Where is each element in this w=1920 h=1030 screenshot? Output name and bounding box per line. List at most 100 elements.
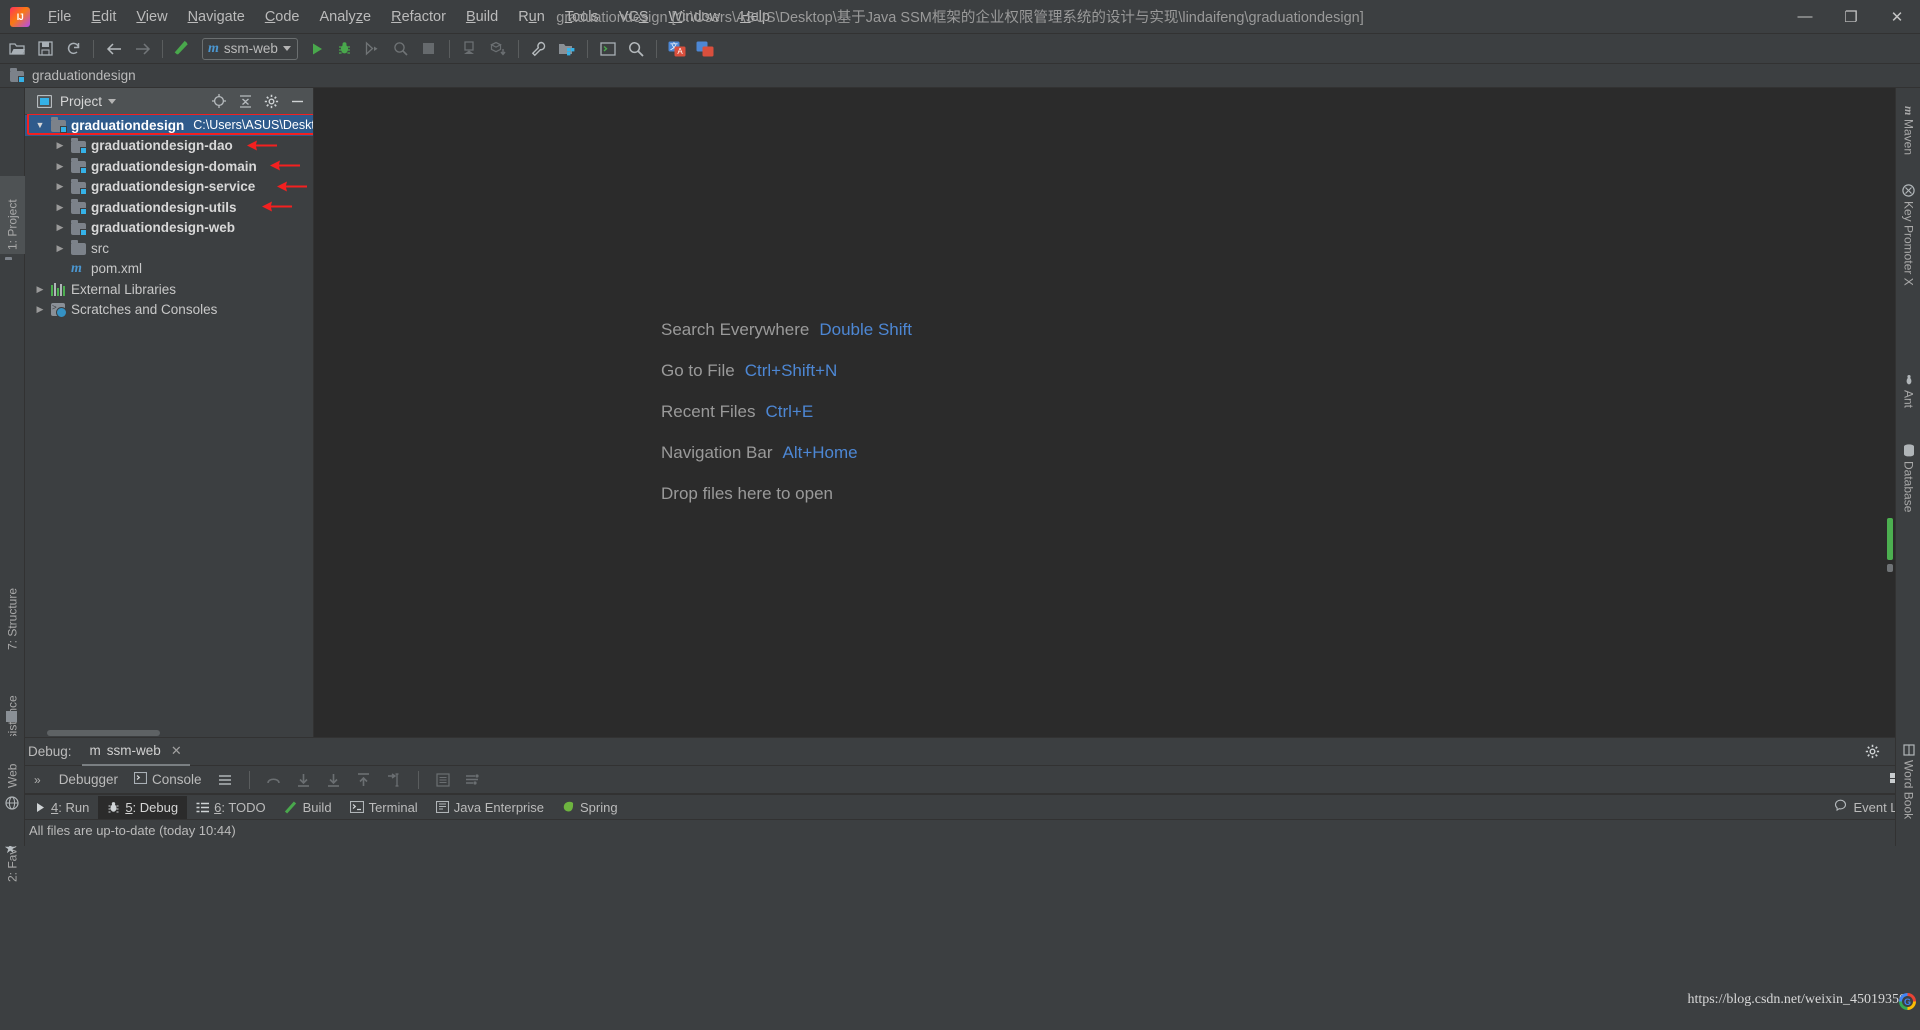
locate-icon[interactable] [209,91,229,111]
sidebar-tab-web[interactable]: Web [0,740,25,792]
sidebar-tab-word-book[interactable]: Word Book [1896,740,1920,840]
menu-item-edit[interactable]: Edit [81,4,126,30]
sidebar-tab-structure[interactable]: 7: Structure [0,560,25,654]
project-tree-hscrollbar[interactable] [25,729,313,737]
maximize-button[interactable]: ❐ [1828,0,1874,34]
tree-item-scratches-and-consoles[interactable]: ▶ > Scratches and Consoles [25,300,313,321]
editor-marker-strip[interactable] [1883,88,1895,737]
evaluate-expression-icon[interactable] [432,770,454,790]
sidebar-tab-ant[interactable]: Ant [1896,370,1920,432]
chevron-right-icon[interactable]: ▶ [53,161,67,171]
synchronize-icon[interactable] [60,37,86,61]
tree-item-graduationdesign-service[interactable]: ▶ graduationdesign-service [25,177,313,198]
step-over-icon[interactable] [263,770,285,790]
tree-item-external-libraries[interactable]: ▶ External Libraries [25,279,313,300]
menu-item-refactor[interactable]: Refactor [381,4,456,30]
debug-subtab-debugger[interactable]: Debugger [55,770,122,789]
build-project-icon[interactable] [170,37,196,61]
chevron-right-icon[interactable]: ▶ [53,243,67,253]
search-icon[interactable] [623,37,649,61]
tree-item-graduationdesign[interactable]: ▼ graduationdesign C:\Users\ASUS\Desktop [25,115,313,136]
update-application-icon[interactable] [457,37,483,61]
menu-item-vcs[interactable]: VCS [609,4,659,30]
tool-tab-4-run[interactable]: 4: Run [26,796,98,819]
translate-icon[interactable]: 文A [664,37,690,61]
breadcrumb-project[interactable]: graduationdesign [32,68,136,83]
sidebar-tab-structure-label: 7: Structure [5,587,20,650]
chevron-right-icon[interactable]: ▶ [53,202,67,212]
expand-actions-icon[interactable]: » [28,773,47,787]
tool-tab-terminal[interactable]: Terminal [341,796,427,819]
terminal-icon[interactable] [595,37,621,61]
sidebar-tab-maven[interactable]: m Maven [1896,102,1920,172]
debug-session-tab[interactable]: m ssm-web ✕ [81,738,190,766]
menu-item-analyze[interactable]: Analyze [310,4,382,30]
google-chrome-icon [1899,993,1916,1010]
project-structure-icon[interactable] [554,37,580,61]
sidebar-tab-key-promoter[interactable]: Key Promoter X [1896,180,1920,360]
run-configuration-selector[interactable]: m ssm-web [202,37,298,60]
chevron-right-icon[interactable]: ▶ [53,182,67,191]
layout-icon[interactable] [214,770,236,790]
tree-item-pom-xml[interactable]: m pom.xml [25,259,313,280]
tree-item-graduationdesign-dao[interactable]: ▶ graduationdesign-dao [25,136,313,157]
chevron-right-icon[interactable]: ▶ [33,305,47,314]
install-icon[interactable] [485,37,511,61]
navigation-bar[interactable]: graduationdesign [0,64,1920,88]
save-all-icon[interactable] [32,37,58,61]
step-into-icon[interactable] [293,770,315,790]
sidebar-tab-database[interactable]: Database [1896,440,1920,540]
open-project-icon[interactable] [4,37,30,61]
tool-tab-5-debug[interactable]: 5: Debug [98,795,188,819]
menu-item-run[interactable]: Run [508,4,555,30]
persistence-strip-icon [5,710,18,726]
hide-panel-icon[interactable] [287,91,307,111]
close-button[interactable]: ✕ [1874,0,1920,34]
tree-item-graduationdesign-web[interactable]: ▶ graduationdesign-web [25,218,313,239]
close-icon[interactable]: ✕ [171,743,182,759]
minimize-button[interactable]: — [1782,0,1828,34]
tree-item-graduationdesign-utils[interactable]: ▶ graduationdesign-utils [25,197,313,218]
tool-tab-java-enterprise[interactable]: Java Enterprise [427,796,553,819]
run-icon[interactable] [304,37,330,61]
run-with-coverage-icon[interactable] [360,37,386,61]
menu-item-tools[interactable]: Tools [555,4,609,30]
gear-icon[interactable] [261,91,281,111]
menu-item-code[interactable]: Code [255,4,310,30]
debug-icon[interactable] [332,37,358,61]
menu-item-build[interactable]: Build [456,4,508,30]
menu-item-view[interactable]: View [126,4,177,30]
forward-icon[interactable] [129,37,155,61]
scrollbar-thumb[interactable] [47,730,160,736]
collapse-all-icon[interactable] [235,91,255,111]
settings-icon[interactable] [526,37,552,61]
menu-item-navigate[interactable]: Navigate [178,4,255,30]
profile-icon[interactable] [388,37,414,61]
back-icon[interactable] [101,37,127,61]
tool-tab-build[interactable]: Build [275,796,341,819]
debug-subtab-console[interactable]: Console [130,770,206,789]
menu-item-file[interactable]: File [38,4,81,30]
module-folder-icon [51,117,67,134]
run-to-cursor-icon[interactable] [383,770,405,790]
tree-item-graduationdesign-domain[interactable]: ▶ graduationdesign-domain [25,156,313,177]
gear-icon[interactable] [1862,742,1882,762]
tree-item-src[interactable]: ▶ src [25,238,313,259]
settings-list-icon[interactable] [462,770,484,790]
chevron-down-icon[interactable]: ▼ [33,120,47,130]
chevron-right-icon[interactable]: ▶ [53,141,67,150]
sidebar-tab-project[interactable]: 1: Project [0,176,25,254]
force-step-into-icon[interactable] [323,770,345,790]
menu-item-window[interactable]: Window [659,4,731,30]
chevron-right-icon[interactable]: ▶ [33,284,47,294]
step-out-icon[interactable] [353,770,375,790]
stop-icon[interactable] [416,37,442,61]
chevron-down-icon[interactable] [108,98,117,104]
editor-area[interactable]: Search Everywhere Double Shift Go to File C… [314,88,1895,737]
tool-tab-6-todo[interactable]: 6: TODO [187,796,275,819]
chevron-right-icon[interactable]: ▶ [53,223,67,232]
project-tree[interactable]: ▼ graduationdesign C:\Users\ASUS\Desktop ▶ g… [25,114,313,729]
tool-tab-spring[interactable]: Spring [553,796,627,819]
menu-item-help[interactable]: Help [730,4,780,30]
notifications-icon[interactable] [692,37,718,61]
